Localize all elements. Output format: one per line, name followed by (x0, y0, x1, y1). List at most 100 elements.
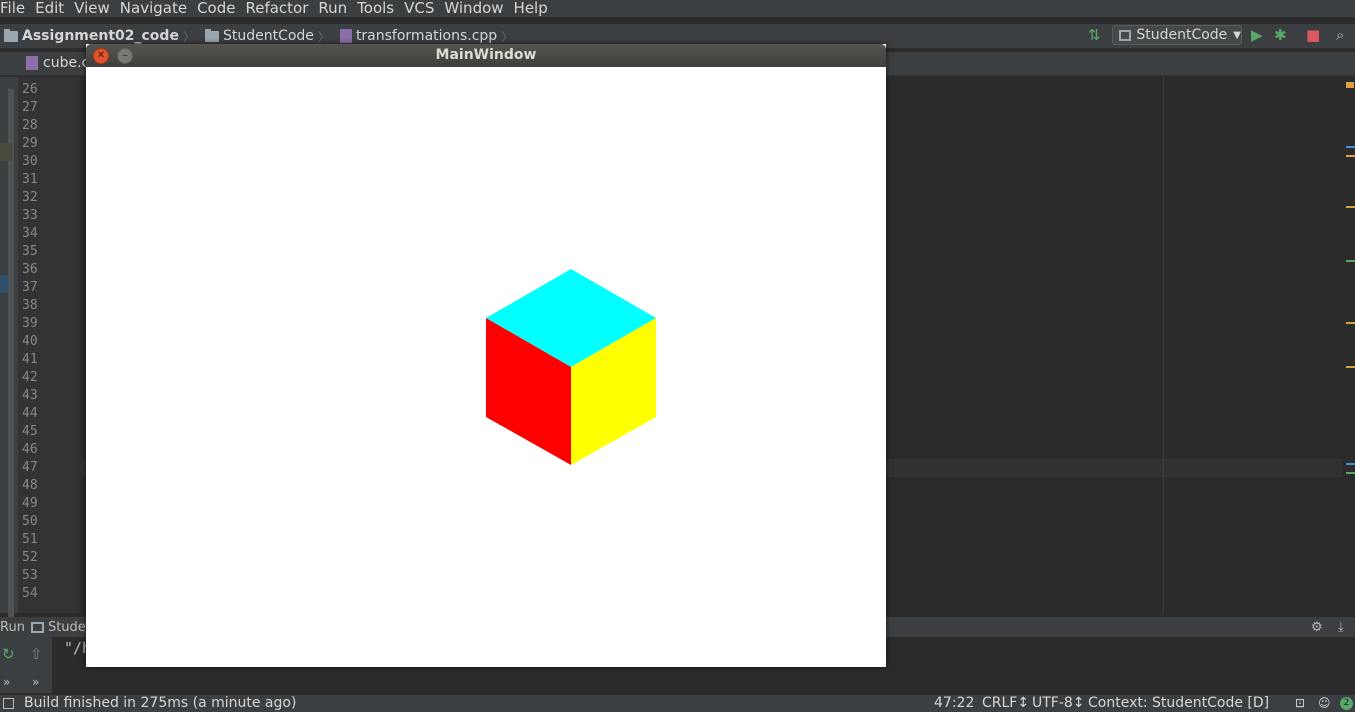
lock-icon[interactable]: ⊡ (1295, 695, 1305, 712)
expand-icon[interactable]: » (32, 675, 39, 689)
tab-cube[interactable]: cube.c (26, 55, 89, 71)
stripe-marker[interactable] (1346, 472, 1355, 474)
chevron-down-icon: ▼ (1233, 29, 1241, 41)
breadcrumb-file[interactable]: transformations.cpp 〉 (336, 28, 513, 45)
status-message: Build finished in 275ms (a minute ago) (24, 695, 297, 711)
line-separator[interactable]: CRLF↕ (982, 695, 1029, 712)
stripe-marker[interactable] (1346, 366, 1355, 368)
line-number: 38 (22, 298, 38, 313)
stripe-marker[interactable] (1346, 463, 1355, 465)
stripe-marker[interactable] (1346, 155, 1355, 157)
caret-position[interactable]: 47:22 (934, 695, 974, 712)
line-number: 36 (22, 262, 38, 277)
menu-run[interactable]: Run (318, 0, 353, 17)
tool-window-strip (0, 77, 18, 625)
file-encoding[interactable]: UTF-8↕ (1032, 695, 1085, 712)
stripe-marker[interactable] (1346, 146, 1355, 148)
ide-window: File Edit View Navigate Code Refactor Run Tools… (0, 0, 1355, 712)
application-icon (1119, 29, 1132, 41)
hide-panel-icon[interactable]: ⤓ (1338, 620, 1344, 635)
menu-bar: File Edit View Navigate Code Refactor Run Tools… (0, 0, 1355, 17)
run-icon[interactable]: ▶ (1251, 26, 1263, 44)
render-canvas[interactable] (86, 67, 886, 667)
warning-marker[interactable] (1346, 82, 1354, 88)
line-number: 29 (22, 136, 38, 151)
line-number: 43 (22, 388, 38, 403)
gutter-highlight (0, 275, 8, 293)
breadcrumb-folder[interactable]: StudentCode 〉 (201, 28, 330, 45)
gutter-highlight (0, 143, 12, 161)
menu-view[interactable]: View (74, 0, 116, 17)
stripe-marker[interactable] (1346, 260, 1355, 262)
line-number: 30 (22, 154, 38, 169)
gear-icon[interactable]: ⚙ (1311, 620, 1323, 635)
cpp-file-icon (26, 56, 38, 70)
window-titlebar[interactable]: MainWindow ✕ – (86, 44, 886, 67)
build-icon[interactable]: ⇅ (1088, 26, 1101, 44)
line-number: 53 (22, 568, 38, 583)
menu-code[interactable]: Code (197, 0, 241, 17)
minimize-icon[interactable]: – (117, 48, 133, 64)
cube-scene (486, 269, 656, 465)
tool-windows-icon[interactable] (3, 698, 14, 709)
menu-navigate[interactable]: Navigate (120, 0, 193, 17)
line-number: 54 (22, 586, 38, 601)
rerun-icon[interactable]: ↻ (2, 645, 15, 663)
menu-vcs[interactable]: VCS (404, 0, 440, 17)
line-number: 35 (22, 244, 38, 259)
run-panel-title[interactable]: Run (0, 620, 25, 635)
line-number: 28 (22, 118, 38, 133)
line-number: 47 (22, 460, 38, 475)
menu-file[interactable]: File (0, 0, 31, 17)
line-number: 39 (22, 316, 38, 331)
line-number: 37 (22, 280, 38, 295)
stripe-marker[interactable] (1346, 322, 1355, 324)
run-toolbar: ↻ ⇧ » » (0, 637, 52, 693)
folder-icon (4, 28, 18, 42)
menu-tools[interactable]: Tools (357, 0, 400, 17)
status-bar: Build finished in 275ms (a minute ago) 4… (0, 695, 1355, 712)
chevron-right-icon: 〉 (501, 29, 514, 44)
close-icon[interactable]: ✕ (93, 48, 109, 64)
menu-window[interactable]: Window (444, 0, 509, 17)
line-number: 51 (22, 532, 38, 547)
line-number: 26 (22, 82, 38, 97)
stop-icon[interactable]: ■ (1306, 26, 1320, 44)
line-number: 52 (22, 550, 38, 565)
line-number: 40 (22, 334, 38, 349)
menu-edit[interactable]: Edit (35, 0, 70, 17)
line-number: 48 (22, 478, 38, 493)
context-indicator[interactable]: Context: StudentCode [D] (1088, 695, 1269, 712)
inspector-icon[interactable]: ☺ (1318, 695, 1331, 712)
search-icon[interactable]: ⌕ (1336, 26, 1344, 44)
line-number: 34 (22, 226, 38, 241)
debug-icon[interactable]: ✱ (1274, 26, 1287, 44)
line-number: 50 (22, 514, 38, 529)
event-log-icon[interactable]: 2 (1340, 697, 1353, 710)
line-number: 33 (22, 208, 38, 223)
line-number: 49 (22, 496, 38, 511)
run-config-select[interactable]: StudentCode ▼ (1112, 25, 1242, 45)
line-number: 31 (22, 172, 38, 187)
breadcrumb-project[interactable]: Assignment02_code 〉 (0, 28, 195, 45)
window-title: MainWindow (435, 47, 537, 63)
line-number: 46 (22, 442, 38, 457)
expand-icon[interactable]: » (3, 675, 10, 689)
chevron-right-icon: 〉 (182, 29, 195, 44)
line-number: 27 (22, 100, 38, 115)
up-arrow-icon[interactable]: ⇧ (30, 645, 43, 663)
menu-help[interactable]: Help (514, 0, 554, 17)
stripe-marker[interactable] (1346, 206, 1355, 208)
error-stripe[interactable] (1342, 77, 1355, 613)
scrollbar[interactable] (8, 89, 14, 625)
cpp-file-icon (339, 29, 352, 43)
folder-icon (204, 28, 219, 42)
menu-refactor[interactable]: Refactor (245, 0, 314, 17)
chevron-right-icon: 〉 (317, 29, 330, 44)
application-icon (30, 621, 44, 633)
line-number: 41 (22, 352, 38, 367)
right-margin-guide (1163, 77, 1164, 613)
line-number: 32 (22, 190, 38, 205)
line-number: 42 (22, 370, 38, 385)
main-window: MainWindow ✕ – (86, 44, 886, 667)
